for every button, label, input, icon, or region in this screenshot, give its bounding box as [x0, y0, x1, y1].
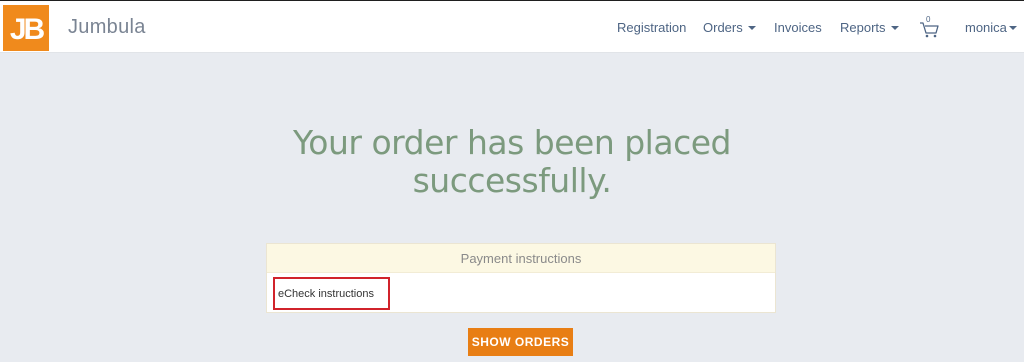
- echeck-instructions: eCheck instructions: [278, 288, 374, 300]
- panel-body: eCheck instructions: [267, 273, 775, 313]
- shopping-cart-button[interactable]: 0: [918, 15, 940, 39]
- caret-down-icon: [1008, 25, 1017, 30]
- user-menu-dropdown[interactable]: monica: [965, 20, 1017, 35]
- payment-instructions-panel: Payment instructions eCheck instructions: [266, 243, 776, 313]
- brand-logo[interactable]: JB: [3, 5, 49, 51]
- nav-reports-dropdown[interactable]: Reports: [840, 20, 899, 35]
- caret-down-icon: [747, 25, 756, 30]
- success-message-line2: successfully.: [412, 161, 612, 200]
- shopping-cart-icon: [920, 22, 939, 38]
- user-name: monica: [965, 20, 1007, 35]
- caret-down-icon: [890, 25, 899, 30]
- success-message-line1: Your order has been placed: [293, 123, 731, 162]
- nav-invoices[interactable]: Invoices: [774, 20, 822, 35]
- svg-text:JB: JB: [10, 13, 45, 45]
- panel-title: Payment instructions: [267, 244, 775, 273]
- brand-name[interactable]: Jumbula: [68, 16, 146, 39]
- nav-reports-label: Reports: [840, 20, 886, 35]
- nav-registration[interactable]: Registration: [617, 20, 686, 35]
- top-navbar: JB Jumbula Registration Orders Invoices …: [0, 0, 1024, 53]
- nav-orders-dropdown[interactable]: Orders: [703, 20, 756, 35]
- jumbula-logo-icon: JB: [10, 13, 46, 45]
- show-orders-button[interactable]: SHOW ORDERS: [468, 328, 573, 356]
- success-message: Your order has been placed successfully.: [262, 124, 762, 200]
- nav-orders-label: Orders: [703, 20, 743, 35]
